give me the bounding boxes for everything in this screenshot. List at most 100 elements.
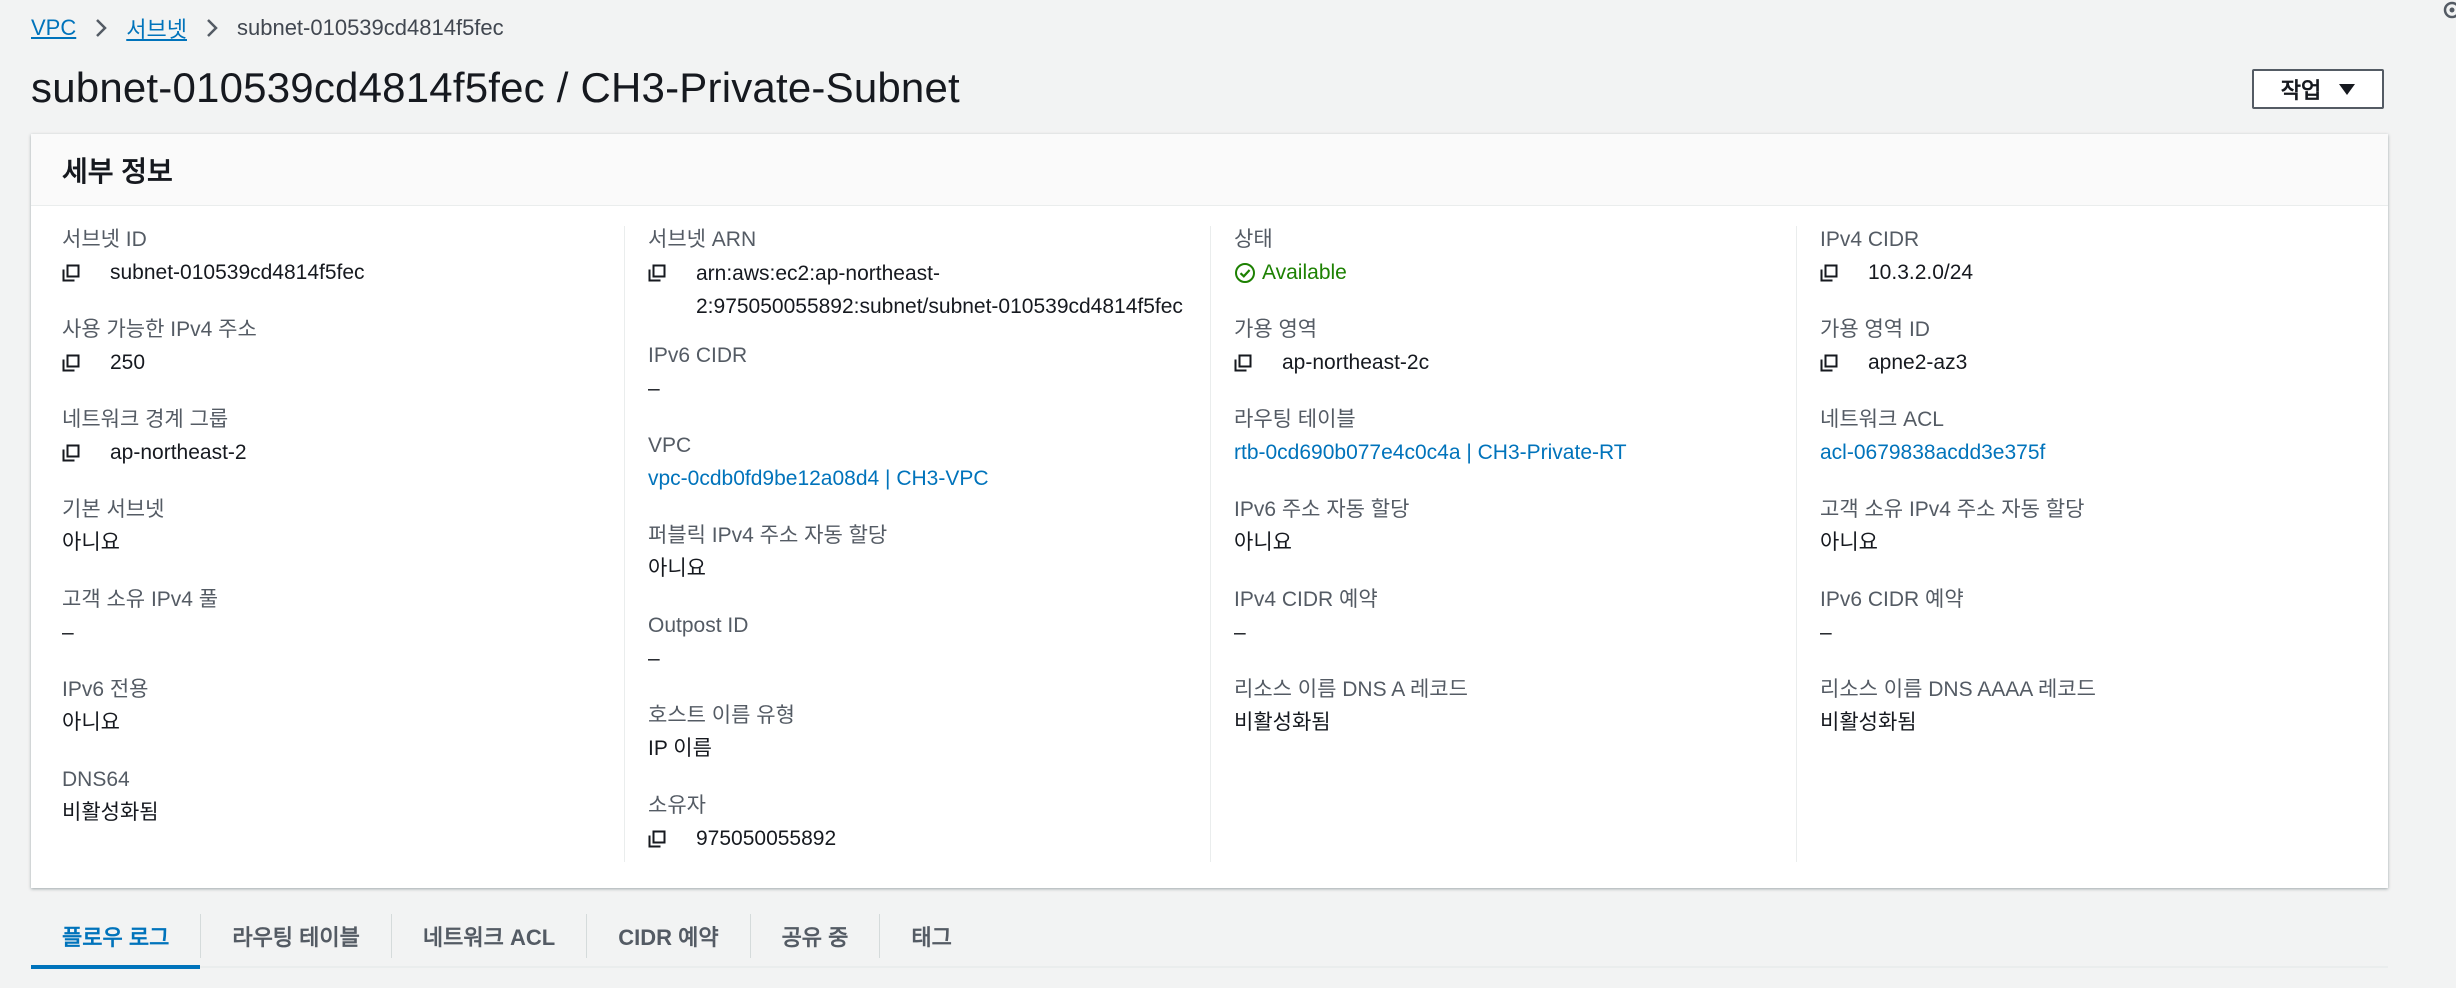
field-value-text: ap-northeast-2 [110, 441, 247, 464]
tab-route-tables[interactable]: 라우팅 테이블 [201, 906, 391, 966]
field-label: Outpost ID [648, 614, 749, 637]
field-value: 아니요 [62, 529, 622, 557]
copy-icon[interactable] [62, 259, 110, 287]
copy-icon[interactable] [62, 349, 110, 377]
field-label: 서브넷 ARN [648, 228, 757, 251]
field-value-arn: arn:aws:ec2:ap-northeast- 2:975050055892:… [696, 257, 1183, 323]
field-label: 고객 소유 IPv4 주소 자동 할당 [1820, 498, 2085, 521]
field-label: IPv6 주소 자동 할당 [1234, 498, 1410, 521]
field-value: Available [1234, 259, 1794, 287]
field-label: 네트워크 경계 그룹 [62, 408, 229, 431]
copy-icon[interactable] [1820, 259, 1868, 287]
field-value-text: 250 [110, 351, 146, 374]
field-value: – [1820, 619, 2380, 647]
field-value-text: 아니요 [1234, 531, 1292, 554]
chevron-right-icon [94, 17, 108, 39]
copy-icon[interactable] [648, 825, 696, 853]
field-value: 비활성화됨 [1820, 709, 2380, 737]
detail-field: 라우팅 테이블 rtb-0cd690b077e4c0c4a | CH3-Priva… [1234, 406, 1794, 467]
breadcrumb: VPC 서브넷 subnet-010539cd4814f5fec [31, 10, 504, 46]
field-value-text: – [62, 621, 74, 644]
field-value-link[interactable]: acl-0679838acdd3e375f [1820, 439, 2380, 467]
field-value-link[interactable]: rtb-0cd690b077e4c0c4a | CH3-Private-RT [1234, 439, 1794, 467]
field-value: 비활성화됨 [62, 799, 622, 827]
settings-gear-icon[interactable] [2440, 0, 2456, 24]
breadcrumb-link-vpc[interactable]: VPC [31, 15, 76, 41]
detail-field: 고객 소유 IPv4 풀 – [62, 586, 622, 647]
copy-icon[interactable] [1820, 349, 1868, 377]
tab-sharing[interactable]: 공유 중 [751, 906, 880, 966]
tab-tags[interactable]: 태그 [880, 906, 982, 966]
field-label: IPv4 CIDR [1820, 228, 1920, 251]
field-label: 퍼블릭 IPv4 주소 자동 할당 [648, 524, 888, 547]
check-circle-icon [1234, 259, 1256, 287]
field-value: ap-northeast-2 [62, 439, 622, 467]
breadcrumb-link-subnets[interactable]: 서브넷 [126, 12, 187, 44]
field-value-text: 아니요 [1820, 531, 1878, 554]
field-label: 상태 [1234, 228, 1273, 251]
detail-field: IPv6 CIDR 예약 – [1820, 586, 2380, 647]
detail-field: 고객 소유 IPv4 주소 자동 할당아니요 [1820, 496, 2380, 557]
copy-icon[interactable] [62, 439, 110, 467]
breadcrumb-current: subnet-010539cd4814f5fec [236, 15, 504, 40]
column-divider [1210, 226, 1211, 862]
field-label: IPv6 CIDR 예약 [1820, 588, 1964, 611]
detail-field: 기본 서브넷아니요 [62, 496, 622, 557]
field-value-text: – [648, 647, 660, 670]
field-value: subnet-010539cd4814f5fec [62, 259, 622, 287]
field-label: 가용 영역 [1234, 318, 1318, 341]
field-value: 아니요 [1820, 529, 2380, 557]
copy-icon[interactable] [1234, 349, 1282, 377]
field-value-text: apne2-az3 [1868, 351, 1968, 374]
field-value: 아니요 [648, 555, 1208, 583]
detail-field: 가용 영역 ID apne2-az3 [1820, 316, 2380, 377]
copy-icon[interactable] [648, 259, 696, 287]
field-value: – [1234, 619, 1794, 647]
field-value: – [648, 645, 1208, 673]
field-value: – [62, 619, 622, 647]
field-label: IPv6 전용 [62, 678, 149, 701]
field-label: 호스트 이름 유형 [648, 704, 795, 727]
field-value: ap-northeast-2c [1234, 349, 1794, 377]
detail-field: IPv4 CIDR 예약 – [1234, 586, 1794, 647]
field-value-text[interactable]: acl-0679838acdd3e375f [1820, 439, 2045, 467]
caret-down-icon [2339, 83, 2356, 95]
field-value-text: IP 이름 [648, 737, 712, 760]
actions-dropdown-button[interactable]: 작업 [2252, 69, 2384, 109]
tab-flow-logs[interactable]: 플로우 로그 [31, 906, 201, 969]
field-value: 250 [62, 349, 622, 377]
detail-field: 서브넷 ARN arn:aws:ec2:ap-northeast- 2:975050… [648, 226, 1208, 323]
status-text: Available [1262, 261, 1347, 284]
detail-field: 리소스 이름 DNS A 레코드 비활성화됨 [1234, 676, 1794, 737]
tab-cidr-reservations[interactable]: CIDR 예약 [587, 906, 749, 966]
details-panel-title: 세부 정보 [62, 155, 173, 187]
detail-field: 퍼블릭 IPv4 주소 자동 할당아니요 [648, 522, 1208, 583]
detail-field: 소유자 975050055892 [648, 792, 1208, 853]
field-value-text: subnet-010539cd4814f5fec [110, 261, 365, 284]
field-label: DNS64 [62, 768, 130, 791]
arn-line-2: 2:975050055892:subnet/subnet-010539cd481… [696, 295, 1183, 318]
field-value-text: ap-northeast-2c [1282, 351, 1430, 374]
field-label: 고객 소유 IPv4 풀 [62, 588, 219, 611]
detail-field: 리소스 이름 DNS AAAA 레코드 비활성화됨 [1820, 676, 2380, 737]
details-panel: 세부 정보 서브넷 ID subnet-010539cd4814f5fec 사용 가… [31, 134, 2388, 888]
detail-field: IPv6 CIDR – [648, 342, 1208, 403]
field-value: arn:aws:ec2:ap-northeast- 2:975050055892:… [648, 259, 1208, 323]
field-label: 소유자 [648, 794, 706, 817]
field-label: 기본 서브넷 [62, 498, 165, 521]
detail-field: 네트워크 ACL acl-0679838acdd3e375f [1820, 406, 2380, 467]
detail-field: DNS64 비활성화됨 [62, 766, 622, 827]
field-value-text: – [1820, 621, 1832, 644]
field-value: 아니요 [62, 709, 622, 737]
field-label: 사용 가능한 IPv4 주소 [62, 318, 257, 341]
tab-network-acl[interactable]: 네트워크 ACL [392, 906, 586, 966]
field-value-text[interactable]: rtb-0cd690b077e4c0c4a | CH3-Private-RT [1234, 439, 1627, 467]
detail-field: IPv4 CIDR 10.3.2.0/24 [1820, 226, 2380, 287]
detail-field: 사용 가능한 IPv4 주소 250 [62, 316, 622, 377]
field-value-link[interactable]: vpc-0cdb0fd9be12a08d4 | CH3-VPC [648, 465, 1208, 493]
field-value-text: 975050055892 [696, 827, 837, 850]
field-value: IP 이름 [648, 735, 1208, 763]
field-value-text[interactable]: vpc-0cdb0fd9be12a08d4 | CH3-VPC [648, 465, 989, 493]
column-divider [1796, 226, 1797, 862]
chevron-right-icon [205, 17, 219, 39]
